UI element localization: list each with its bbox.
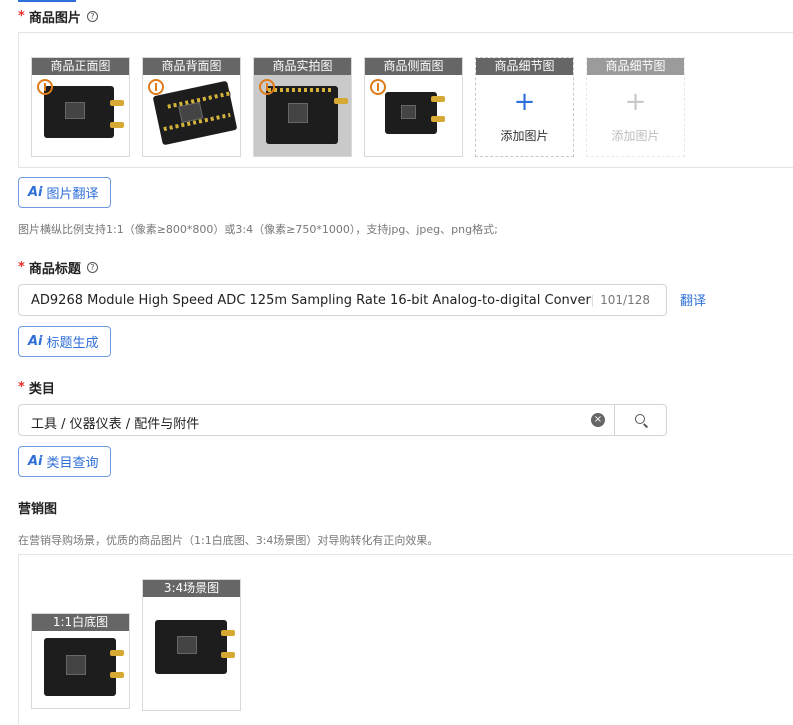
- marketing-label: 营销图: [18, 502, 58, 517]
- sma-connector: [431, 116, 445, 122]
- product-photo: [155, 620, 227, 674]
- marketing-image-white-bg[interactable]: 1:1白底图: [31, 613, 130, 709]
- info-icon: [37, 79, 53, 95]
- info-icon: [370, 79, 386, 95]
- category-value: 工具 / 仪器仪表 / 配件与附件: [31, 417, 200, 432]
- product-images-label-text: 商品图片: [28, 11, 81, 26]
- ai-icon: Ai: [28, 334, 43, 349]
- image-tag: 商品背面图: [143, 58, 240, 75]
- help-icon[interactable]: ?: [86, 11, 98, 22]
- image-tag: 商品实拍图: [254, 58, 351, 75]
- product-image-real[interactable]: 商品实拍图: [253, 57, 352, 157]
- title-generate-button[interactable]: Ai 标题生成: [18, 326, 111, 357]
- section-accent-bar: [18, 0, 76, 2]
- product-image-back[interactable]: 商品背面图: [142, 57, 241, 157]
- product-photo: [44, 638, 116, 696]
- sma-connector: [110, 122, 124, 128]
- info-icon: [148, 79, 164, 95]
- search-icon: [635, 414, 645, 424]
- info-icon: [259, 79, 275, 95]
- sma-connector: [110, 100, 124, 106]
- title-label-text: 商品标题: [28, 262, 81, 277]
- image-tag: 商品细节图: [587, 58, 684, 75]
- title-label: * 商品标题 ?: [18, 258, 98, 277]
- image-tag: 1:1白底图: [32, 614, 129, 631]
- category-select[interactable]: 工具 / 仪器仪表 / 配件与附件 ×: [18, 404, 667, 436]
- image-hint: 图片横纵比例支持1:1（像素≥800*800）或3:4（像素≥750*1000）…: [18, 223, 498, 236]
- help-icon[interactable]: ?: [86, 262, 98, 273]
- product-photo: [266, 86, 338, 144]
- image-tag: 商品侧面图: [365, 58, 462, 75]
- product-photo: [44, 86, 114, 138]
- image-tag: 商品正面图: [32, 58, 129, 75]
- image-translate-button[interactable]: Ai 图片翻译: [18, 177, 111, 208]
- title-input-value: AD9268 Module High Speed ADC 125m Sampli…: [31, 293, 591, 308]
- image-tag: 3:4场景图: [143, 580, 240, 597]
- category-label-text: 类目: [28, 382, 55, 397]
- marketing-hint: 在营销导购场景，优质的商品图片（1:1白底图、3:4场景图）对导购转化有正向效果…: [18, 534, 439, 547]
- image-tag: 商品细节图: [476, 58, 573, 75]
- product-photo: [385, 92, 437, 134]
- translate-link[interactable]: 翻译: [680, 290, 706, 309]
- category-label: * 类目: [18, 378, 55, 397]
- marketing-image-scene[interactable]: 3:4场景图: [142, 579, 241, 711]
- marketing-panel: 1:1白底图 3:4场景图: [18, 554, 793, 725]
- title-input[interactable]: AD9268 Module High Speed ADC 125m Sampli…: [18, 284, 667, 316]
- sma-connector: [221, 652, 235, 658]
- sma-connector: [110, 672, 124, 678]
- ai-icon: Ai: [28, 454, 43, 469]
- add-image-text: 添加图片: [611, 129, 660, 143]
- required-mark: *: [18, 9, 25, 24]
- plus-icon: +: [624, 87, 647, 117]
- product-image-front[interactable]: 商品正面图: [31, 57, 130, 157]
- image-translate-label: 图片翻译: [46, 187, 99, 202]
- category-search-button[interactable]: [614, 405, 667, 435]
- add-image-tile-disabled: 商品细节图 + 添加图片: [586, 57, 685, 157]
- sma-connector: [221, 630, 235, 636]
- sma-connector: [110, 650, 124, 656]
- ai-icon: Ai: [28, 185, 43, 200]
- title-generate-label: 标题生成: [46, 336, 99, 351]
- plus-icon: +: [513, 87, 536, 117]
- title-char-counter: 101/128: [592, 293, 650, 307]
- add-image-tile[interactable]: 商品细节图 + 添加图片: [475, 57, 574, 157]
- pin-header: [268, 88, 334, 92]
- category-query-label: 类目查询: [46, 456, 99, 471]
- product-images-label: * 商品图片 ?: [18, 7, 98, 26]
- sma-connector: [334, 98, 348, 104]
- clear-icon[interactable]: ×: [591, 413, 605, 427]
- required-mark: *: [18, 260, 25, 275]
- required-mark: *: [18, 380, 25, 395]
- category-query-button[interactable]: Ai 类目查询: [18, 446, 111, 477]
- product-images-panel: 商品正面图 商品背面图 商品实拍图 商品侧面图 商品细节图 + 添加图片 商品细…: [18, 32, 793, 168]
- product-image-side[interactable]: 商品侧面图: [364, 57, 463, 157]
- add-image-text: 添加图片: [500, 129, 549, 143]
- sma-connector: [431, 96, 445, 102]
